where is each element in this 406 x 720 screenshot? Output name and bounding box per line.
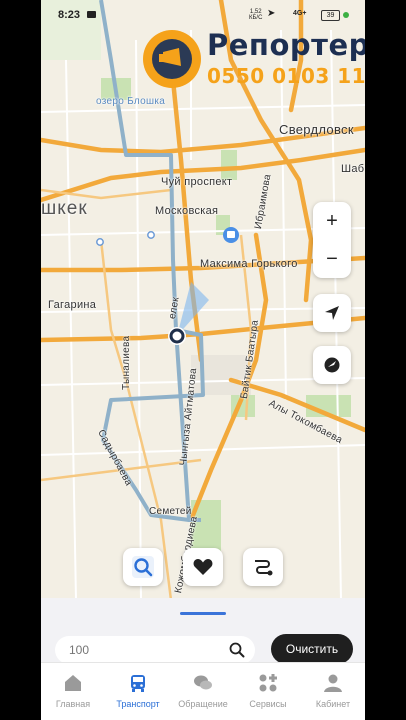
search-field[interactable]	[55, 636, 255, 664]
map-style-button[interactable]	[313, 346, 351, 384]
search-icon[interactable]	[229, 642, 245, 658]
search-route-button[interactable]	[123, 548, 163, 586]
map-label-lake: озеро Блошка	[96, 96, 166, 107]
tab-label: Кабинет	[315, 699, 351, 709]
map-label-street: Московская	[155, 205, 219, 217]
tab-services[interactable]: Сервисы	[236, 663, 300, 720]
tab-label: Транспорт	[116, 699, 160, 709]
profile-icon	[324, 674, 342, 692]
compass-icon	[324, 357, 340, 373]
map-label-street: Гагарина	[48, 299, 97, 311]
home-icon	[65, 675, 81, 691]
zoom-in-button[interactable]: +	[313, 202, 351, 240]
tab-appeal[interactable]: Обращение	[171, 663, 235, 720]
tab-transport[interactable]: Транспорт	[106, 663, 170, 720]
services-icon	[259, 674, 277, 692]
stop-marker[interactable]	[147, 231, 155, 239]
tab-label: Обращение	[178, 699, 228, 709]
bus-icon	[131, 675, 145, 692]
network-speed-unit: КБ/С	[249, 15, 263, 21]
stop-marker[interactable]	[96, 238, 104, 246]
map-label-street: Шаб	[341, 163, 365, 175]
reporter-logo-emblem	[143, 30, 201, 88]
search-icon	[132, 556, 154, 578]
status-bar: 8:23 1,52 КБ/С ➤ 4G+ 39	[41, 0, 365, 30]
locate-button[interactable]	[313, 294, 351, 332]
signal-label: 4G+	[293, 10, 307, 17]
tab-label: Сервисы	[249, 699, 287, 709]
tab-home[interactable]: Главная	[41, 663, 105, 720]
tab-cabinet[interactable]: Кабинет	[301, 663, 365, 720]
search-input[interactable]	[67, 642, 221, 658]
zoom-out-button[interactable]: −	[313, 240, 351, 278]
route-icon	[255, 560, 273, 576]
map-label-street: Семетей	[149, 506, 192, 517]
map-label-street: Максима Горького	[200, 258, 298, 270]
favorites-button[interactable]	[183, 548, 223, 586]
phone-screen: озеро Блошка Свердловск Шаб Чуй проспект…	[41, 0, 365, 720]
reporter-logo-name: Репортер	[207, 28, 365, 62]
battery-icon: 39	[321, 10, 340, 21]
zoom-controls: + −	[313, 202, 351, 278]
location-arrow-icon: ➤	[267, 8, 276, 19]
tab-label: Главная	[55, 699, 91, 709]
reporter-logo: Репортер 0550 0103 11	[143, 28, 365, 88]
tab-bar: Главная Транспорт Обращение Сервисы Каби…	[41, 662, 365, 720]
heart-icon	[193, 559, 213, 575]
recording-icon	[87, 11, 96, 18]
clear-button[interactable]: Очистить	[271, 634, 353, 664]
map-label-street: Свердловск	[279, 122, 354, 137]
map-label-city: шкек	[41, 198, 88, 219]
privacy-dot-icon	[343, 12, 349, 18]
map-label-street: Чуй проспект	[161, 176, 233, 188]
status-time: 8:23	[58, 9, 81, 21]
navigation-arrow-icon	[325, 306, 339, 320]
chat-icon	[194, 675, 212, 690]
sheet-grabber[interactable]	[180, 612, 226, 615]
reporter-logo-phone: 0550 0103 11	[207, 64, 365, 88]
network-speed: 1,52 КБ/С	[249, 9, 262, 21]
routes-button[interactable]	[243, 548, 283, 586]
map-label-street: Тыналиева	[121, 335, 132, 390]
